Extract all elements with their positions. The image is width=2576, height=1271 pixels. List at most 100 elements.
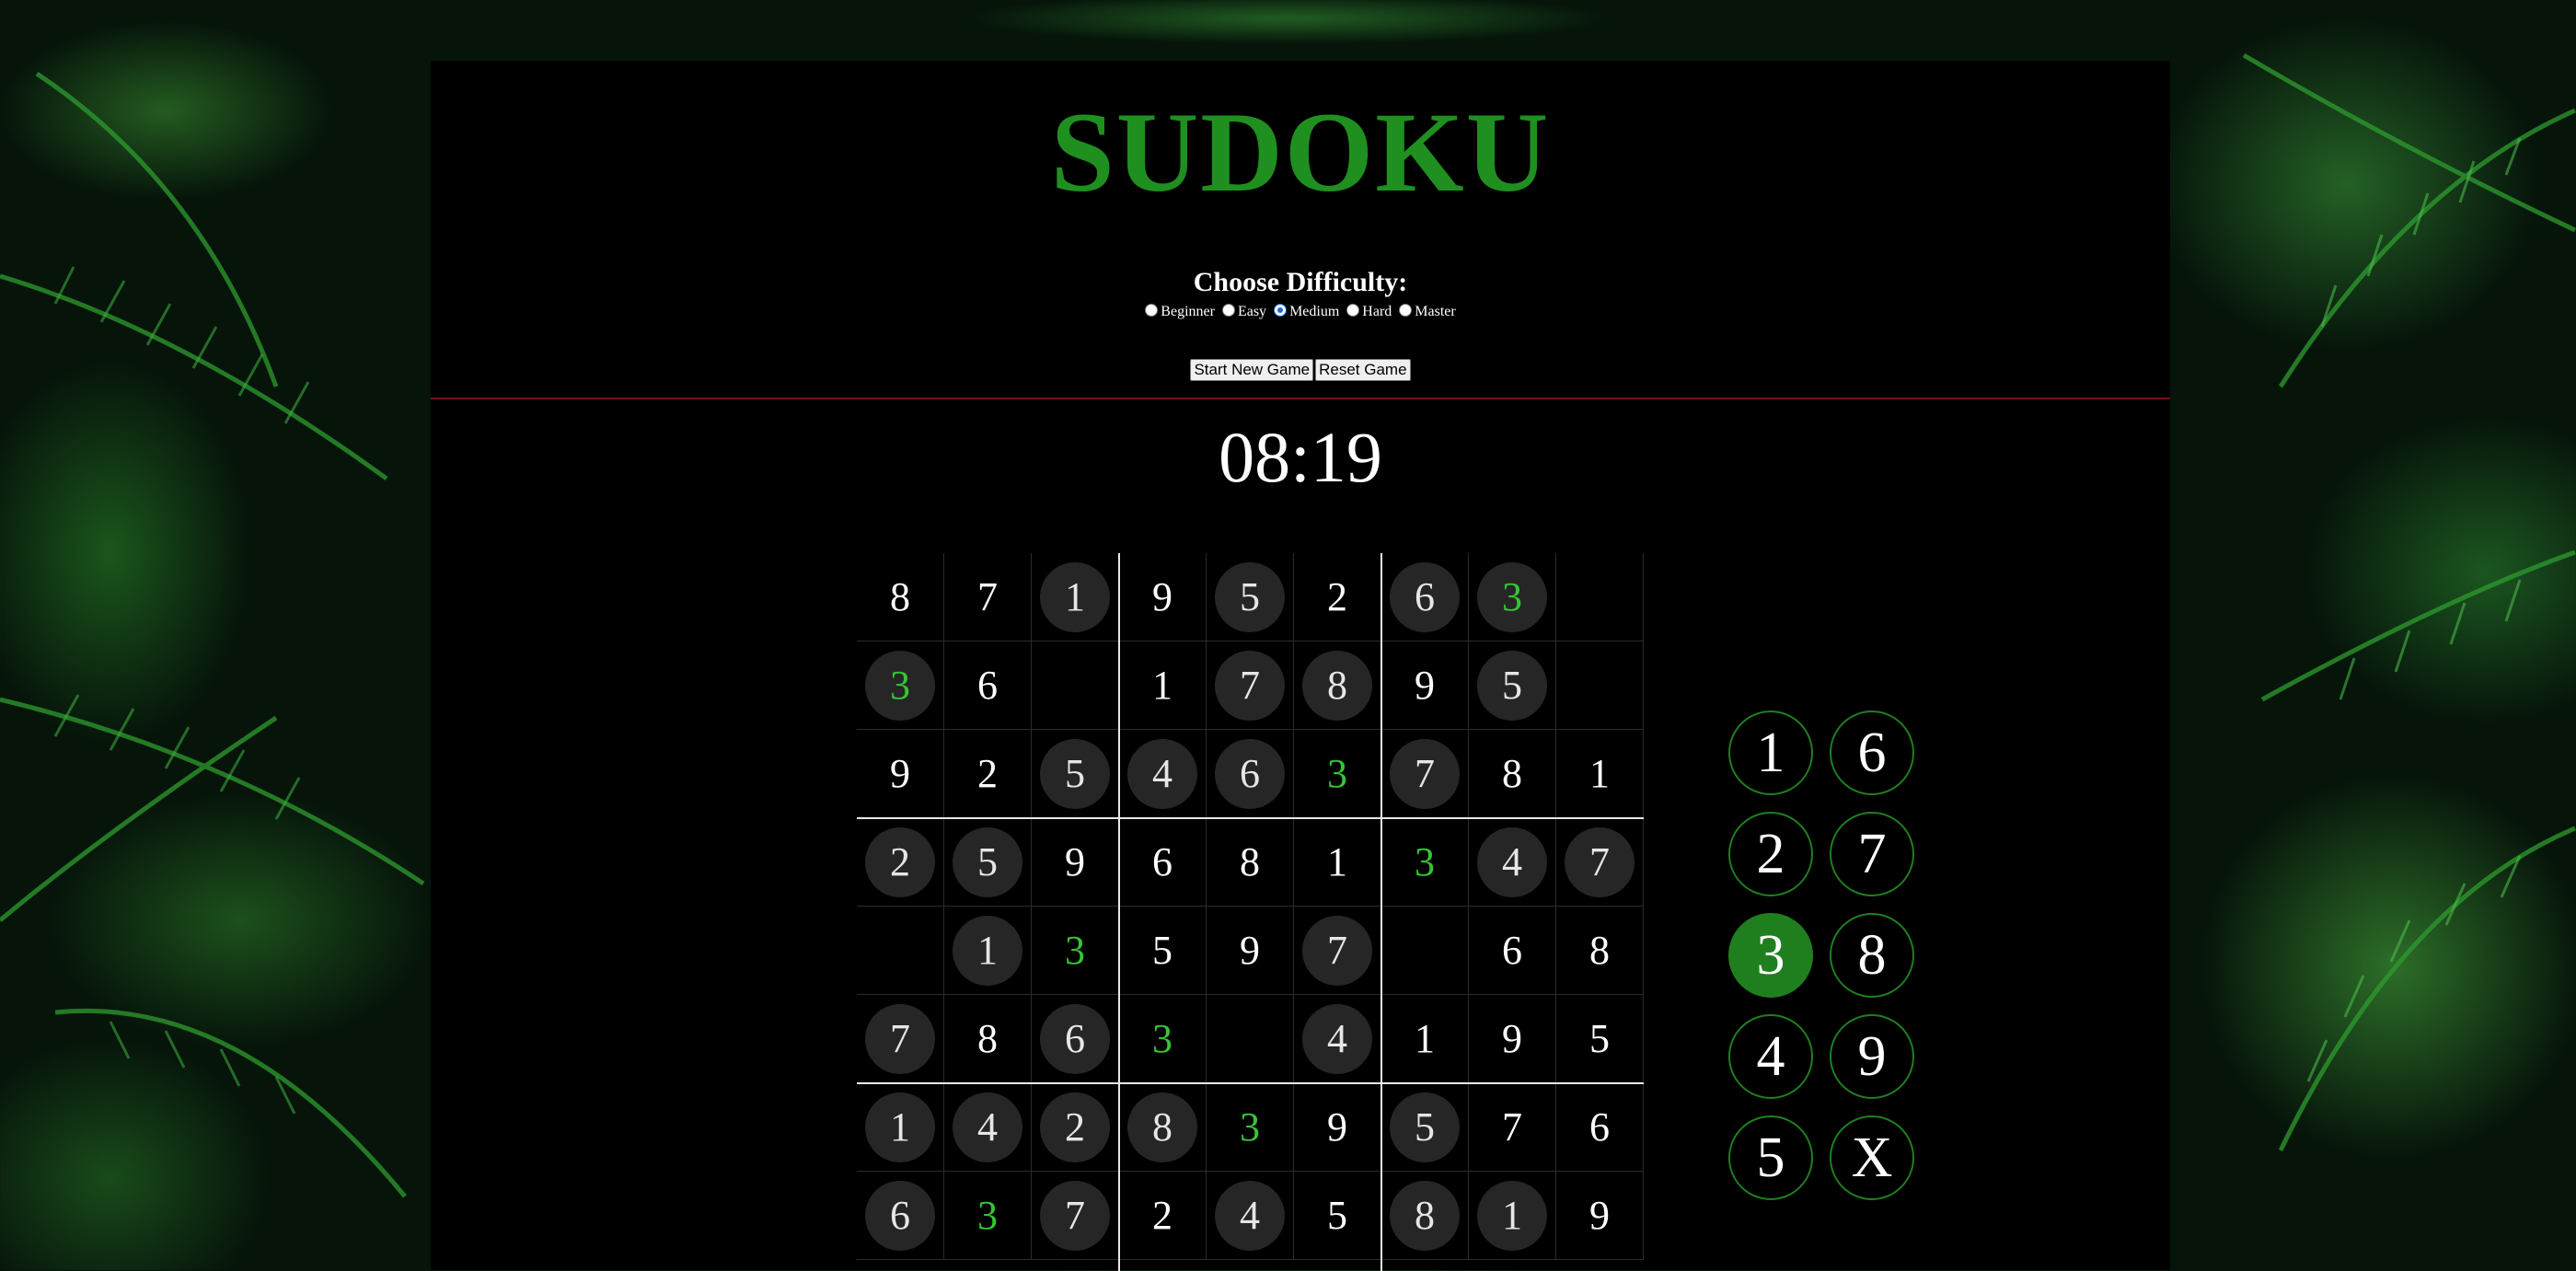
board-cell[interactable]: 7 (857, 995, 944, 1083)
board-cell[interactable] (1207, 995, 1294, 1083)
board-cell[interactable]: 1 (1119, 641, 1207, 730)
board-cell[interactable]: 9 (1294, 1083, 1381, 1172)
board-cell[interactable] (1381, 907, 1469, 995)
difficulty-beginner[interactable]: Beginner (1145, 304, 1215, 320)
board-cell[interactable]: 4 (944, 1083, 1032, 1172)
board-cell[interactable] (1556, 641, 1644, 730)
board-cell[interactable]: 1 (1469, 1172, 1556, 1260)
board-cell[interactable]: 9 (1119, 553, 1207, 641)
board-cell[interactable]: 8 (944, 995, 1032, 1083)
board-cell[interactable]: 5 (944, 818, 1032, 907)
board-cell[interactable]: 3 (1294, 730, 1381, 818)
board-cell[interactable] (1032, 641, 1119, 730)
reset-game-button[interactable]: Reset Game (1315, 359, 1411, 381)
radio-beginner[interactable] (1145, 304, 1159, 317)
board-cell[interactable]: 6 (1381, 553, 1469, 641)
radio-master[interactable] (1399, 304, 1413, 317)
board-cell[interactable]: 2 (944, 730, 1032, 818)
board-cell[interactable]: 9 (1381, 641, 1469, 730)
board-cell[interactable]: 1 (944, 907, 1032, 995)
board-cell[interactable] (857, 907, 944, 995)
board-cell[interactable]: 3 (1032, 907, 1119, 995)
board-cell[interactable]: 7 (1469, 1083, 1556, 1172)
board-cell[interactable]: 8 (1381, 1172, 1469, 1260)
board-cell[interactable]: 5 (1119, 907, 1207, 995)
number-button-4[interactable]: 4 (1728, 1014, 1813, 1099)
board-cell[interactable]: 4 (1294, 995, 1381, 1083)
board-cell[interactable]: 1 (1381, 995, 1469, 1083)
board-cell[interactable]: 3 (1469, 553, 1556, 641)
board-cell[interactable]: 9 (1556, 1172, 1644, 1260)
board-cell[interactable]: 7 (1207, 641, 1294, 730)
board-cell[interactable]: 8 (1119, 1083, 1207, 1172)
number-button-9[interactable]: 9 (1830, 1014, 1914, 1099)
board-cell[interactable]: 8 (1207, 818, 1294, 907)
board-cell[interactable]: 4 (1119, 730, 1207, 818)
number-button-6[interactable]: 6 (1830, 711, 1914, 795)
board-cell[interactable]: 5 (1556, 995, 1644, 1083)
cell-value: 6 (1040, 1003, 1110, 1074)
board-cell[interactable]: 7 (1032, 1172, 1119, 1260)
board-cell[interactable]: 9 (1469, 995, 1556, 1083)
board-cell[interactable]: 9 (857, 730, 944, 818)
board-cell[interactable]: 1 (1294, 818, 1381, 907)
radio-hard[interactable] (1346, 304, 1360, 317)
cell-value: 9 (1240, 928, 1260, 973)
board-cell[interactable]: 3 (1207, 1083, 1294, 1172)
board-cell[interactable]: 5 (1381, 1083, 1469, 1172)
board-cell[interactable]: 3 (857, 641, 944, 730)
board-cell[interactable]: 9 (1032, 818, 1119, 907)
cell-value: 6 (1152, 839, 1172, 884)
board-cell[interactable]: 6 (1556, 1083, 1644, 1172)
difficulty-master[interactable]: Master (1399, 304, 1456, 320)
board-cell[interactable] (1556, 553, 1644, 641)
number-button-8[interactable]: 8 (1830, 913, 1914, 998)
cell-value: 6 (977, 663, 998, 708)
board-cell[interactable]: 5 (1032, 730, 1119, 818)
board-cell[interactable]: 7 (1556, 818, 1644, 907)
board-cell[interactable]: 1 (1556, 730, 1644, 818)
board-cell[interactable]: 1 (1032, 553, 1119, 641)
board-cell[interactable]: 3 (1381, 818, 1469, 907)
difficulty-medium[interactable]: Medium (1274, 304, 1339, 320)
board-cell[interactable]: 7 (1381, 730, 1469, 818)
board-cell[interactable]: 2 (1294, 553, 1381, 641)
board-cell[interactable]: 7 (1294, 907, 1381, 995)
board-cell[interactable]: 6 (1119, 818, 1207, 907)
board-cell[interactable]: 2 (1119, 1172, 1207, 1260)
start-new-game-button[interactable]: Start New Game (1190, 359, 1314, 381)
cell-value: 9 (1327, 1104, 1347, 1150)
board-cell[interactable]: 8 (857, 553, 944, 641)
board-cell[interactable]: 6 (1469, 907, 1556, 995)
board-cell[interactable]: 8 (1556, 907, 1644, 995)
board-cell[interactable]: 3 (1119, 995, 1207, 1083)
board-cell[interactable]: 6 (944, 641, 1032, 730)
board-cell[interactable]: 9 (1207, 907, 1294, 995)
board-cell[interactable]: 6 (1032, 995, 1119, 1083)
cell-value: 3 (1477, 561, 1547, 632)
radio-medium[interactable] (1274, 304, 1288, 317)
board-cell[interactable]: 5 (1469, 641, 1556, 730)
board-cell[interactable]: 8 (1469, 730, 1556, 818)
number-button-7[interactable]: 7 (1830, 812, 1914, 896)
difficulty-hard[interactable]: Hard (1346, 304, 1392, 320)
board-cell[interactable]: 5 (1294, 1172, 1381, 1260)
board-cell[interactable]: 5 (1207, 553, 1294, 641)
number-button-2[interactable]: 2 (1728, 812, 1813, 896)
number-button-1[interactable]: 1 (1728, 711, 1813, 795)
board-cell[interactable]: 4 (1469, 818, 1556, 907)
number-button-5[interactable]: 5 (1728, 1115, 1813, 1200)
board-cell[interactable]: 2 (1032, 1083, 1119, 1172)
board-cell[interactable]: 8 (1294, 641, 1381, 730)
board-cell[interactable]: 6 (1207, 730, 1294, 818)
difficulty-easy[interactable]: Easy (1221, 304, 1266, 320)
board-cell[interactable]: 2 (857, 818, 944, 907)
radio-easy[interactable] (1221, 304, 1235, 317)
board-cell[interactable]: 7 (944, 553, 1032, 641)
board-cell[interactable]: 6 (857, 1172, 944, 1260)
board-cell[interactable]: 3 (944, 1172, 1032, 1260)
number-button-3[interactable]: 3 (1728, 913, 1813, 998)
board-cell[interactable]: 1 (857, 1083, 944, 1172)
erase-button[interactable]: X (1830, 1115, 1914, 1200)
board-cell[interactable]: 4 (1207, 1172, 1294, 1260)
